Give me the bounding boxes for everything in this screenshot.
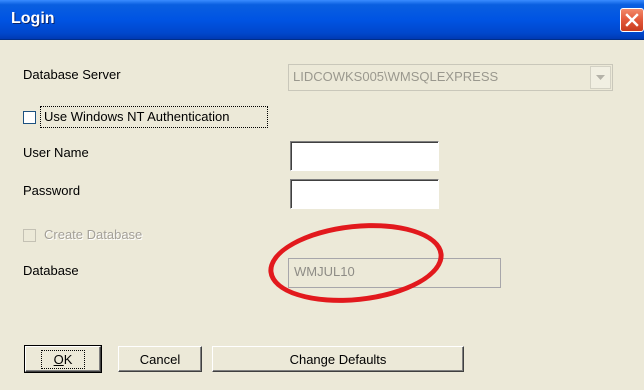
title-bar[interactable]: Login <box>0 0 644 40</box>
user-name-label: User Name <box>23 145 89 160</box>
ok-button-focus: OK <box>40 349 86 369</box>
database-server-combo[interactable]: LIDCOWKS005\WMSQLEXPRESS <box>288 64 613 91</box>
ok-button[interactable]: OK <box>24 345 102 373</box>
cancel-button[interactable]: Cancel <box>118 346 202 372</box>
database-label: Database <box>23 263 79 278</box>
close-button[interactable] <box>620 8 644 32</box>
red-circle-annotation <box>264 215 448 311</box>
nt-auth-checkbox[interactable] <box>23 111 36 124</box>
user-name-input[interactable] <box>290 141 439 171</box>
close-icon <box>625 13 639 27</box>
nt-auth-label[interactable]: Use Windows NT Authentication <box>44 109 229 124</box>
window-title: Login <box>11 10 55 27</box>
create-database-checkbox <box>23 229 36 242</box>
create-database-label: Create Database <box>44 227 143 242</box>
database-server-value: LIDCOWKS005\WMSQLEXPRESS <box>293 69 499 84</box>
ok-button-accel: O <box>53 351 64 367</box>
change-defaults-button[interactable]: Change Defaults <box>212 346 464 372</box>
chevron-down-icon <box>596 74 605 80</box>
login-dialog: Login Database Server LIDCOWKS005\WMSQLE… <box>0 0 644 390</box>
database-server-label: Database Server <box>23 67 121 82</box>
password-label: Password <box>23 183 81 198</box>
password-input[interactable] <box>290 179 439 209</box>
database-server-dropdown-button[interactable] <box>590 66 611 89</box>
ok-button-label: K <box>63 351 73 367</box>
